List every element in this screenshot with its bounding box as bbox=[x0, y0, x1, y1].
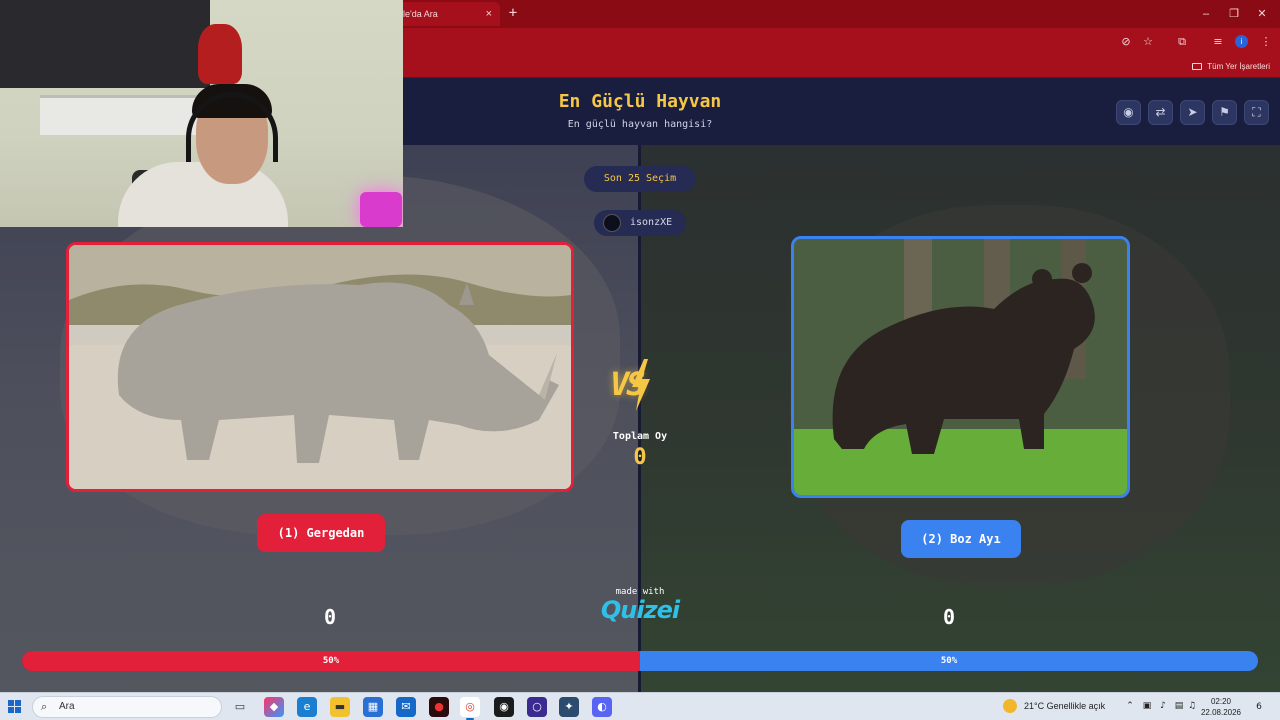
quiz-subtitle: En güçlü hayvan hangisi? bbox=[567, 119, 713, 130]
task-view-icon[interactable]: ▭ bbox=[230, 697, 250, 717]
webcam-overlay bbox=[0, 0, 403, 227]
minimize-button[interactable]: – bbox=[1196, 6, 1216, 22]
share-icon[interactable]: ⇄ bbox=[1148, 100, 1173, 125]
tray-app-icon[interactable]: ▣ bbox=[1141, 700, 1153, 712]
send-icon[interactable]: ➤ bbox=[1180, 100, 1205, 125]
all-bookmarks-label: Tüm Yer İşaretleri bbox=[1207, 62, 1270, 71]
start-button[interactable] bbox=[8, 700, 22, 714]
recent-choices-button[interactable]: Son 25 Seçim bbox=[584, 166, 696, 192]
close-window-button[interactable]: ✕ bbox=[1252, 6, 1272, 22]
vs-badge: VS bbox=[604, 359, 676, 419]
option-1-button[interactable]: (1) Gergedan bbox=[257, 514, 385, 552]
mail-icon[interactable]: ✉ bbox=[396, 697, 416, 717]
taskbar-search[interactable]: ⌕ Ara bbox=[32, 696, 222, 718]
edge-icon[interactable]: e bbox=[297, 697, 317, 717]
weather-icon[interactable] bbox=[1003, 699, 1017, 713]
clock-date: 22.08.2026 bbox=[1200, 708, 1242, 717]
extensions-icon[interactable]: ⧉ bbox=[1174, 34, 1190, 50]
volume-icon[interactable]: ♫ bbox=[1186, 700, 1198, 712]
chrome-icon[interactable]: ◎ bbox=[460, 697, 480, 720]
lightning-icon bbox=[632, 359, 650, 411]
vote-progress-bar: 50% 50% bbox=[22, 651, 1258, 671]
option-1-score: 0 bbox=[323, 605, 337, 629]
app-icon-3[interactable]: ✦ bbox=[559, 697, 579, 717]
weather-label[interactable]: 21°C Genellikle açık bbox=[1024, 701, 1105, 711]
eye-icon[interactable]: ◉ bbox=[1116, 100, 1141, 125]
fullscreen-icon[interactable]: ⛶ bbox=[1244, 100, 1269, 125]
discord-icon[interactable]: ◐ bbox=[592, 697, 612, 717]
store-icon[interactable]: ▦ bbox=[363, 697, 383, 717]
all-bookmarks-button[interactable]: Tüm Yer İşaretleri bbox=[1192, 60, 1270, 74]
brown-bear-illustration bbox=[794, 239, 1127, 495]
desk-shelf bbox=[40, 95, 210, 135]
app-icon-2[interactable]: ○ bbox=[527, 697, 547, 717]
system-clock[interactable]: 02:20 22.08.2026 bbox=[1198, 696, 1244, 718]
search-icon: ⌕ bbox=[41, 700, 48, 713]
flag-icon[interactable]: ⚑ bbox=[1212, 100, 1237, 125]
browser-tab[interactable]: gle'da Ara × bbox=[388, 2, 500, 26]
tab-close-icon[interactable]: × bbox=[486, 2, 492, 26]
new-tab-button[interactable]: + bbox=[505, 4, 521, 22]
notification-icon[interactable]: 6 bbox=[1252, 700, 1266, 714]
shelf-background bbox=[0, 0, 210, 88]
restore-button[interactable]: ❐ bbox=[1224, 6, 1244, 22]
avatar bbox=[603, 214, 621, 232]
folder-icon bbox=[1192, 63, 1203, 71]
microphone-icon[interactable]: ♪ bbox=[1157, 700, 1169, 712]
menu-icon[interactable]: ⋮ bbox=[1258, 34, 1274, 50]
obs-icon[interactable]: ◉ bbox=[494, 697, 514, 717]
clock-time: 02:20 bbox=[1210, 697, 1232, 706]
quiz-title: En Güçlü Hayvan bbox=[558, 91, 722, 112]
option-1-progress: 50% bbox=[22, 651, 640, 671]
profile-icon[interactable]: i bbox=[1235, 35, 1248, 48]
media-icon[interactable]: ≡ bbox=[1210, 34, 1226, 50]
option-2-progress: 50% bbox=[640, 651, 1258, 671]
username: isonzXE bbox=[630, 217, 673, 228]
option-2-score: 0 bbox=[942, 605, 956, 629]
option-2-button[interactable]: (2) Boz Ayı bbox=[901, 520, 1021, 558]
option-1-image[interactable] bbox=[66, 242, 574, 492]
windows-taskbar: ⌕ Ara ▭ ◆ e ▬ ▦ ✉ ● ◎ ◉ ○ ✦ ◐ 21°C Genel… bbox=[0, 692, 1280, 720]
app-icon[interactable]: ● bbox=[429, 697, 449, 717]
copilot-icon[interactable]: ◆ bbox=[264, 697, 284, 717]
rgb-light bbox=[360, 192, 402, 227]
brand-logo[interactable]: Quizei bbox=[580, 596, 700, 624]
file-explorer-icon[interactable]: ▬ bbox=[330, 697, 350, 717]
user-badge: isonzXE bbox=[594, 210, 686, 236]
total-votes-value: 0 bbox=[633, 445, 647, 470]
eye-off-icon[interactable]: ⊘ bbox=[1118, 34, 1134, 50]
option-2-image[interactable] bbox=[791, 236, 1130, 498]
streamer-body bbox=[118, 162, 288, 227]
tab-title: gle'da Ara bbox=[398, 9, 438, 19]
network-icon[interactable]: ▤ bbox=[1173, 700, 1185, 712]
search-placeholder: Ara bbox=[59, 701, 75, 712]
chevron-up-icon[interactable]: ⌃ bbox=[1124, 700, 1136, 712]
star-icon[interactable]: ☆ bbox=[1140, 34, 1156, 50]
red-lamp bbox=[198, 24, 242, 84]
total-votes-label: Toplam Oy bbox=[612, 431, 668, 442]
rhinoceros-illustration bbox=[69, 245, 571, 489]
